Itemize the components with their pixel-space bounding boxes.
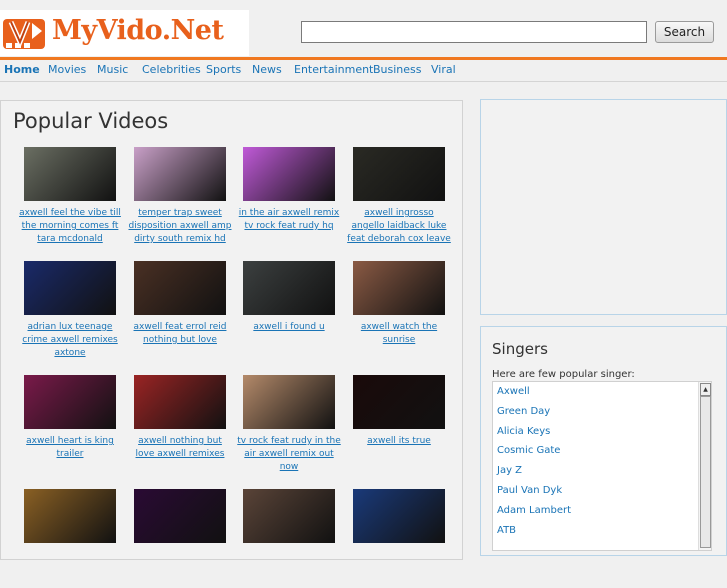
video-item[interactable]: adrian lux teenage crime axwell remixes … (18, 261, 122, 360)
video-item[interactable]: axwell nothing but love axwell remixes (128, 375, 232, 474)
video-thumbnail[interactable] (24, 375, 116, 429)
video-title-link[interactable] (18, 549, 122, 588)
logo-text: MyVido.Net (52, 15, 224, 46)
nav-home[interactable]: Home (4, 63, 40, 76)
video-item[interactable]: axwell heart is king trailer (18, 375, 122, 474)
video-item[interactable] (237, 489, 341, 588)
video-item[interactable]: axwell feat errol reid nothing but love (128, 261, 232, 360)
nav-viral[interactable]: Viral (431, 63, 456, 76)
video-title-link[interactable]: axwell heart is king trailer (18, 435, 122, 474)
singer-link[interactable]: Jay Z (497, 465, 522, 476)
video-item[interactable]: axwell watch the sunrise (347, 261, 451, 360)
singers-intro: Here are few popular singer: (492, 369, 635, 380)
video-item[interactable]: axwell i found u (237, 261, 341, 360)
video-title-link[interactable]: axwell ingrosso angello laidback luke fe… (347, 207, 451, 246)
video-title-link[interactable]: axwell nothing but love axwell remixes (128, 435, 232, 474)
video-item[interactable]: axwell its true (347, 375, 451, 474)
video-thumbnail[interactable] (243, 147, 335, 201)
video-title-link[interactable]: in the air axwell remix tv rock feat rud… (237, 207, 341, 246)
popular-videos-panel: Popular Videos axwell feel the vibe till… (0, 100, 463, 560)
video-thumbnail[interactable] (353, 261, 445, 315)
video-title-link[interactable] (237, 549, 341, 588)
page-title: Popular Videos (13, 109, 169, 133)
video-title-link[interactable]: axwell its true (347, 435, 451, 474)
video-item[interactable]: tv rock feat rudy in the air axwell remi… (237, 375, 341, 474)
video-thumbnail[interactable] (243, 261, 335, 315)
singer-link[interactable]: Paul Van Dyk (497, 485, 562, 496)
singer-link[interactable]: Green Day (497, 406, 550, 417)
video-thumbnail[interactable] (134, 147, 226, 201)
main-navigation: Home Movies Music Celebrities Sports New… (0, 60, 727, 82)
video-item[interactable]: in the air axwell remix tv rock feat rud… (237, 147, 341, 246)
video-thumbnail[interactable] (353, 147, 445, 201)
nav-sports[interactable]: Sports (206, 63, 241, 76)
advertisement-panel (480, 99, 727, 315)
scrollbar[interactable]: ▲ (698, 382, 711, 550)
video-title-link[interactable]: axwell watch the sunrise (347, 321, 451, 360)
search-input[interactable] (301, 21, 647, 43)
singers-title: Singers (492, 340, 548, 358)
header: MyVido.Net Search (0, 0, 727, 57)
video-title-link[interactable]: tv rock feat rudy in the air axwell remi… (237, 435, 341, 474)
nav-business[interactable]: Business (373, 63, 422, 76)
video-thumbnail[interactable] (134, 489, 226, 543)
video-title-link[interactable]: axwell feel the vibe till the morning co… (18, 207, 122, 246)
nav-entertainment[interactable]: Entertainment (294, 63, 373, 76)
scroll-up-arrow-icon[interactable]: ▲ (700, 383, 711, 396)
video-title-link[interactable]: axwell i found u (237, 321, 341, 360)
video-title-link[interactable]: axwell feat errol reid nothing but love (128, 321, 232, 360)
nav-celebrities[interactable]: Celebrities (142, 63, 201, 76)
singers-list[interactable]: ▲ Axwell Green Day Alicia Keys Cosmic Gate J… (492, 381, 712, 551)
video-item[interactable] (347, 489, 451, 588)
video-item[interactable]: axwell feel the vibe till the morning co… (18, 147, 122, 246)
video-title-link[interactable]: adrian lux teenage crime axwell remixes … (18, 321, 122, 360)
video-thumbnail[interactable] (243, 375, 335, 429)
video-thumbnail[interactable] (353, 375, 445, 429)
video-thumbnail[interactable] (353, 489, 445, 543)
video-title-link[interactable]: temper trap sweet disposition axwell amp… (128, 207, 232, 246)
nav-news[interactable]: News (252, 63, 282, 76)
video-thumbnail[interactable] (24, 147, 116, 201)
scroll-thumb[interactable] (700, 396, 711, 548)
video-thumbnail[interactable] (134, 375, 226, 429)
nav-movies[interactable]: Movies (48, 63, 86, 76)
video-thumbnail[interactable] (134, 261, 226, 315)
logo-film-icon (3, 19, 45, 49)
site-logo[interactable]: MyVido.Net (0, 10, 249, 56)
nav-music[interactable]: Music (97, 63, 128, 76)
video-item[interactable] (128, 489, 232, 588)
video-item[interactable] (18, 489, 122, 588)
video-title-link[interactable] (347, 549, 451, 588)
video-thumbnail[interactable] (24, 261, 116, 315)
video-item[interactable]: temper trap sweet disposition axwell amp… (128, 147, 232, 246)
singers-panel: Singers Here are few popular singer: ▲ A… (480, 326, 727, 556)
singer-link[interactable]: Alicia Keys (497, 426, 550, 437)
singer-link[interactable]: Adam Lambert (497, 505, 571, 516)
video-thumbnail[interactable] (24, 489, 116, 543)
singer-link[interactable]: ATB (497, 525, 516, 536)
video-item[interactable]: axwell ingrosso angello laidback luke fe… (347, 147, 451, 246)
singer-link[interactable]: Cosmic Gate (497, 445, 560, 456)
singer-link[interactable]: Axwell (497, 386, 530, 397)
video-thumbnail[interactable] (243, 489, 335, 543)
video-title-link[interactable] (128, 549, 232, 588)
search-button[interactable]: Search (655, 21, 714, 43)
